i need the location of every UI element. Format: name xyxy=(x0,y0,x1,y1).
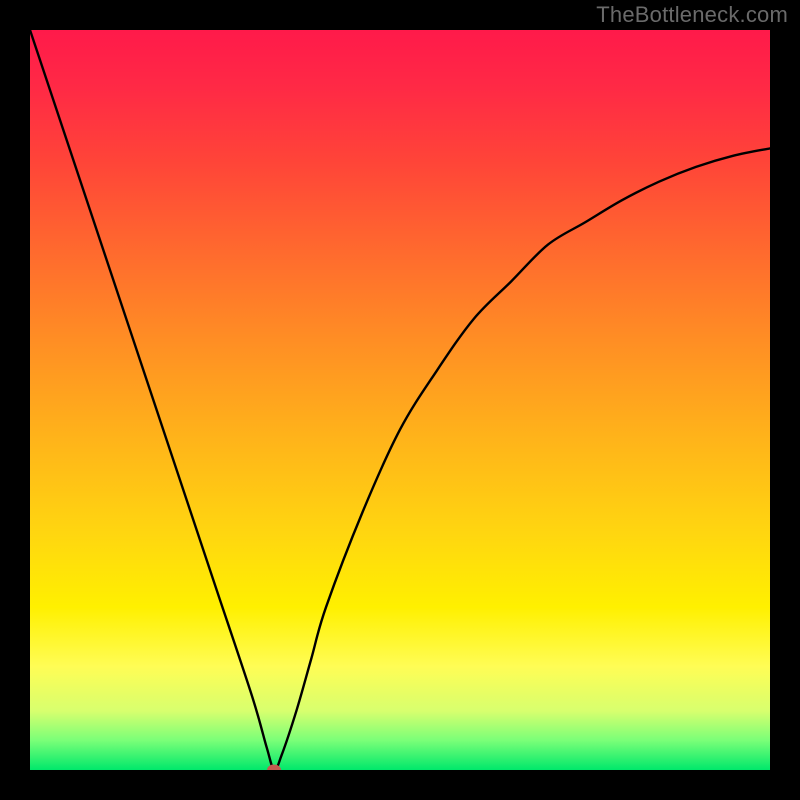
optimal-point-marker xyxy=(267,765,281,771)
plot-area xyxy=(30,30,770,770)
watermark-text: TheBottleneck.com xyxy=(596,2,788,28)
chart-frame: TheBottleneck.com xyxy=(0,0,800,800)
bottleneck-curve xyxy=(30,30,770,770)
